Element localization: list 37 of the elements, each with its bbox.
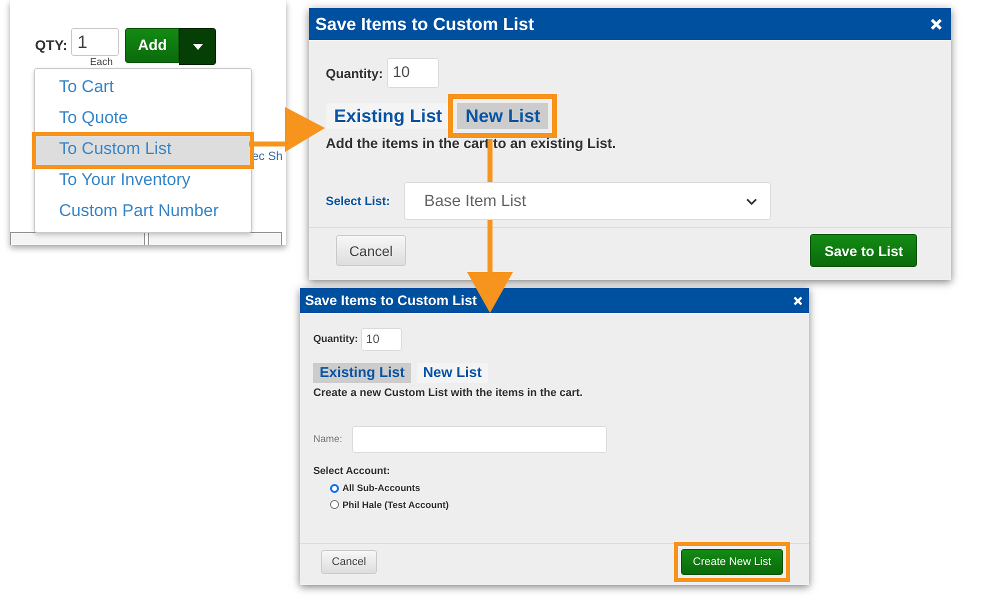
menu-item[interactable]: To Quote [35, 104, 251, 135]
radio-label: Phil Hale (Test Account) [342, 500, 449, 510]
menu-item[interactable]: To Cart [35, 73, 251, 104]
qty-field[interactable]: 1 [71, 28, 120, 56]
menu-item[interactable]: Custom Part Number [35, 197, 251, 228]
close-icon[interactable] [930, 18, 943, 30]
unit-label: Each [90, 57, 113, 68]
quantity-label: Quantity: [313, 334, 358, 345]
radio-button[interactable] [330, 484, 340, 494]
tab[interactable]: Existing List [313, 362, 412, 383]
dialog-title: Save Items to Custom List [315, 14, 534, 35]
tab[interactable]: New List [416, 362, 488, 383]
qty-label: QTY: [35, 37, 68, 53]
field-label: Select Account: [313, 466, 392, 478]
cancel-button[interactable]: Cancel [336, 235, 406, 266]
tab[interactable]: Existing List [326, 103, 450, 130]
dropdown-button[interactable] [179, 28, 216, 65]
menu-item[interactable]: To Your Inventory [35, 166, 251, 197]
description: Create a new Custom List with the items in the cart. [313, 387, 584, 400]
list-select[interactable]: Base Item List [404, 182, 771, 220]
dialog-title: Save Items to Custom List [304, 293, 477, 308]
close-icon[interactable] [792, 296, 802, 306]
field-label: Name: [313, 434, 344, 445]
submit-button[interactable]: Create New List [681, 549, 783, 576]
add-button[interactable]: Add [125, 28, 180, 63]
quantity-field[interactable]: 10 [361, 328, 402, 351]
cancel-button[interactable]: Cancel [320, 550, 377, 574]
radio-button[interactable] [330, 500, 340, 510]
quantity-field[interactable]: 10 [387, 58, 440, 88]
radio-label: All Sub-Accounts [342, 483, 420, 494]
name-field[interactable] [352, 426, 608, 454]
quantity-label: Quantity: [326, 66, 383, 80]
submit-button[interactable]: Save to List [810, 234, 918, 268]
field-label: Select List: [326, 194, 390, 208]
description: Add the items in the cart to an existing List. [326, 135, 617, 152]
tab[interactable]: New List [457, 103, 548, 130]
caret-icon [192, 44, 203, 50]
